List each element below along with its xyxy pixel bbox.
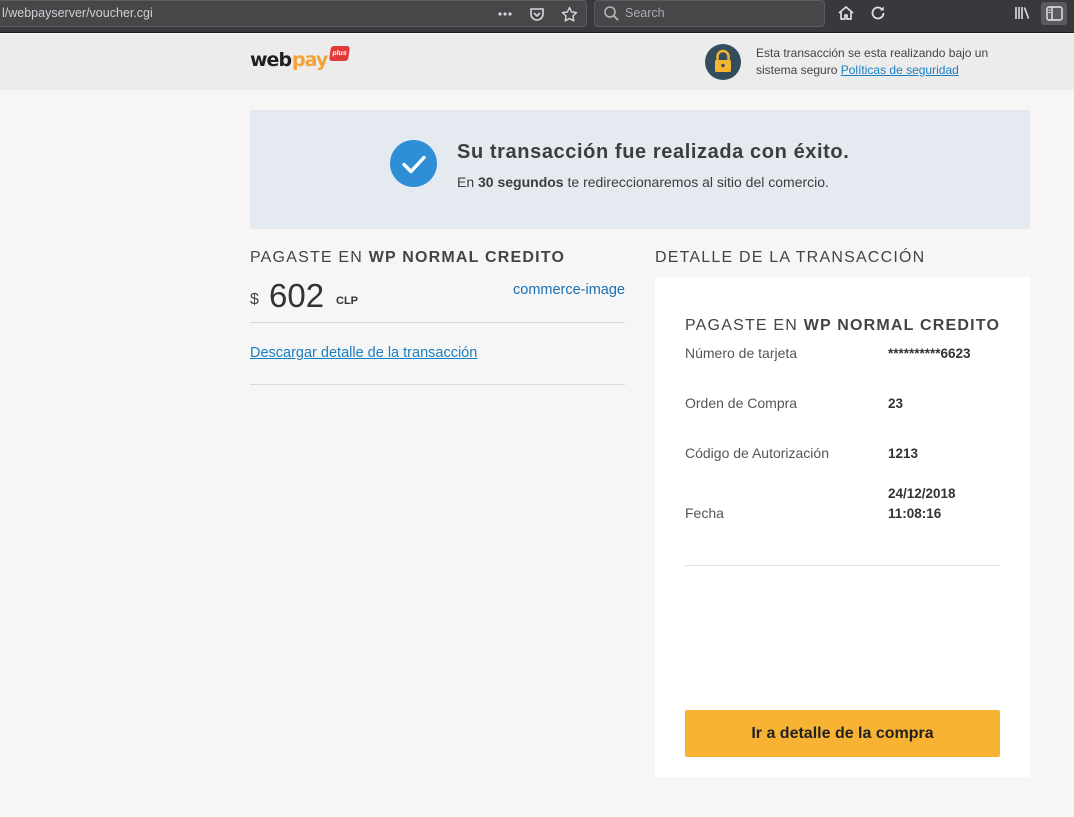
transaction-detail-heading: DETALLE DE LA TRANSACCIÓN	[655, 249, 926, 266]
download-row: Descargar detalle de la transacción	[250, 323, 625, 385]
redirect-suffix: te redireccionaremos al sitio del comerc…	[567, 174, 829, 190]
card-payment-method: WP NORMAL CREDITO	[803, 317, 1001, 334]
detail-label: Orden de Compra	[685, 395, 798, 411]
library-icon[interactable]	[1013, 4, 1031, 22]
redirect-countdown: 30 segundos	[478, 174, 564, 190]
download-detail-link[interactable]: Descargar detalle de la transacción	[250, 345, 477, 361]
amount-row: $ 602 CLP commerce-image	[250, 273, 625, 323]
search-icon	[603, 5, 620, 27]
success-banner: Su transacción fue realizada con éxito. …	[250, 110, 1030, 229]
detail-value: **********6623	[888, 346, 971, 361]
transaction-detail-card: PAGASTE EN WP NORMAL CREDITO Número de t…	[655, 277, 1030, 777]
currency-symbol: $	[250, 291, 259, 308]
currency-code: CLP	[336, 295, 358, 307]
sidebar-toggle-icon[interactable]	[1041, 2, 1067, 25]
detail-label: Fecha	[685, 505, 724, 521]
logo-pay-text: pay	[292, 49, 328, 71]
payment-method-title: PAGASTE EN WP NORMAL CREDITO	[250, 249, 625, 267]
check-icon	[390, 140, 437, 187]
payment-summary: PAGASTE EN WP NORMAL CREDITO $ 602 CLP c…	[250, 249, 625, 385]
redirect-message: En 30 segundos te redireccionaremos al s…	[457, 174, 829, 190]
detail-label: Código de Autorización	[685, 445, 829, 461]
logo-web-text: web	[250, 49, 292, 71]
card-payment-title: PAGASTE EN WP NORMAL CREDITO	[685, 317, 1000, 335]
more-actions-icon[interactable]	[496, 5, 514, 23]
detail-value-date: 24/12/2018	[888, 486, 956, 501]
reload-icon[interactable]	[869, 4, 887, 22]
url-bar[interactable]: l/webpayserver/voucher.cgi	[0, 0, 587, 27]
card-title-prefix: PAGASTE EN	[685, 317, 799, 334]
secure-notice: Esta transacción se esta realizando bajo…	[756, 45, 1026, 79]
detail-row-date: Fecha 24/12/2018 11:08:16	[685, 486, 1000, 555]
commerce-image: commerce-image	[513, 282, 625, 298]
purchase-detail-button[interactable]: Ir a detalle de la compra	[685, 710, 1000, 757]
success-title: Su transacción fue realizada con éxito.	[457, 141, 850, 163]
detail-row-order: Orden de Compra 23	[685, 395, 1000, 445]
detail-value-time: 11:08:16	[888, 506, 942, 521]
detail-label: Número de tarjeta	[685, 345, 798, 361]
logo-plus-badge: plus	[328, 46, 351, 61]
pocket-icon[interactable]	[528, 5, 546, 23]
payment-method-name: WP NORMAL CREDITO	[368, 249, 566, 266]
webpay-header: web pay plus Esta transacción se esta re…	[0, 34, 1074, 90]
card-divider	[685, 565, 1000, 566]
detail-value: 23	[888, 396, 904, 411]
amount-value: 602	[269, 277, 325, 314]
detail-row-card-number: Número de tarjeta **********6623	[685, 345, 1000, 395]
search-input[interactable]: Search	[594, 0, 825, 27]
redirect-prefix: En	[457, 174, 475, 190]
payment-title-prefix: PAGASTE EN	[250, 249, 364, 266]
home-icon[interactable]	[837, 4, 855, 22]
url-text[interactable]: l/webpayserver/voucher.cgi	[2, 6, 153, 20]
lock-icon	[705, 44, 741, 80]
detail-value: 1213	[888, 446, 919, 461]
browser-toolbar: l/webpayserver/voucher.cgi Search	[0, 0, 1074, 33]
detail-table: Número de tarjeta **********6623 Orden d…	[685, 345, 1000, 555]
security-policy-link[interactable]: Políticas de seguridad	[841, 63, 959, 77]
bookmark-star-icon[interactable]	[560, 5, 578, 23]
search-placeholder: Search	[625, 6, 665, 20]
